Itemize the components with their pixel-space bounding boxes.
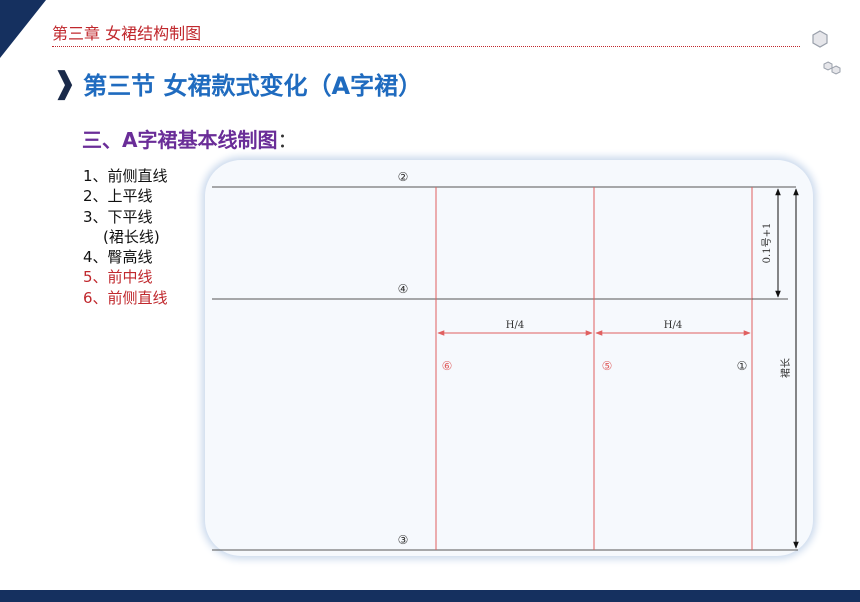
skirt-length-label: 裙长 bbox=[779, 358, 792, 378]
footer-bar bbox=[0, 590, 860, 602]
line-label-6: ⑥ bbox=[442, 359, 453, 373]
h4-right-label: H/4 bbox=[664, 320, 682, 331]
legend-item: 6、前侧直线 bbox=[83, 288, 168, 307]
legend-item: 3、下平线 bbox=[83, 207, 153, 226]
line-label-1: ① bbox=[737, 359, 748, 373]
legend-item: 2、上平线 bbox=[83, 187, 153, 206]
h4-left-label: H/4 bbox=[506, 320, 524, 331]
line-label-3: ③ bbox=[398, 533, 409, 547]
legend-item: 4、臀高线 bbox=[83, 248, 153, 267]
line-label-5: ⑤ bbox=[602, 359, 613, 373]
line-legend: 1、前侧直线 2、上平线 3、下平线 (裙长线) 4、臀高线 5、前中线 6、前… bbox=[83, 166, 168, 308]
legend-item: 1、前侧直线 bbox=[83, 167, 168, 185]
hip-height-label: 0.1号+1 bbox=[761, 223, 773, 264]
legend-item-note: (裙长线) bbox=[103, 227, 160, 246]
line-label-2: ② bbox=[398, 170, 409, 184]
legend-item: 5、前中线 bbox=[83, 268, 153, 287]
line-label-4: ④ bbox=[398, 282, 409, 296]
